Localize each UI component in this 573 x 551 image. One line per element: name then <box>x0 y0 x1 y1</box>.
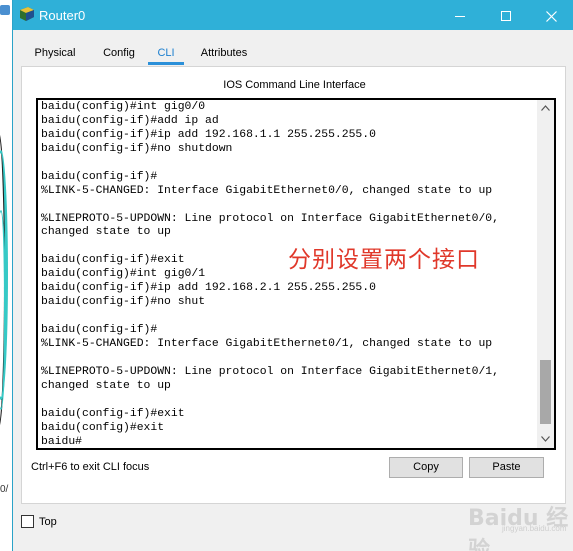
scroll-down-button[interactable] <box>537 431 554 448</box>
tab-physical[interactable]: Physical <box>31 40 79 66</box>
terminal-line: baidu(config)#exit <box>41 421 165 434</box>
terminal-line: baidu# <box>41 435 83 448</box>
minimize-button[interactable] <box>437 0 483 30</box>
watermark-url: jingyan.baidu.com <box>502 524 567 533</box>
terminal-line: baidu(config-if)#no shutdown <box>41 142 233 155</box>
top-checkbox[interactable] <box>21 515 34 528</box>
annotation-text: 分别设置两个接口 <box>288 247 480 273</box>
router-window: Router0 Physical Config CLI Attributes I… <box>12 0 573 551</box>
minimize-icon <box>455 15 465 17</box>
terminal-line: baidu(config-if)# <box>41 324 158 336</box>
title-bar[interactable]: Router0 <box>13 0 573 30</box>
scrollbar-thumb[interactable] <box>540 360 551 424</box>
terminal-line: baidu(config-if)# <box>41 170 158 183</box>
background-port-label: 0/ <box>0 484 9 495</box>
cli-terminal[interactable]: baidu(config)#int gig0/0 baidu(config-if)… <box>36 98 556 450</box>
terminal-line: baidu(config-if)#ip add 192.168.1.1 255.… <box>41 128 376 141</box>
terminal-output[interactable]: baidu(config)#int gig0/0 baidu(config-if)… <box>41 101 521 448</box>
maximize-icon <box>501 11 511 22</box>
terminal-line: %LINK-5-CHANGED: Interface GigabitEthern… <box>41 337 493 350</box>
scroll-up-button[interactable] <box>537 100 554 117</box>
cli-focus-hint: Ctrl+F6 to exit CLI focus <box>31 461 150 473</box>
terminal-line: baidu(config-if)#exit <box>41 407 185 420</box>
tab-attributes[interactable]: Attributes <box>188 40 260 66</box>
background-topology: 0/ <box>0 0 12 551</box>
tab-config[interactable]: Config <box>99 40 139 66</box>
tab-cli[interactable]: CLI <box>148 40 184 66</box>
terminal-line: %LINK-5-CHANGED: Interface GigabitEthern… <box>41 184 493 197</box>
panel-heading: IOS Command Line Interface <box>223 79 366 91</box>
paste-button[interactable]: Paste <box>469 457 544 478</box>
top-label: Top <box>39 516 57 528</box>
close-button[interactable] <box>528 0 573 30</box>
close-icon <box>545 10 557 22</box>
terminal-line: baidu(config)#int gig0/0 <box>41 101 206 113</box>
copy-button[interactable]: Copy <box>389 457 463 478</box>
terminal-line: baidu(config-if)#add ip ad <box>41 114 219 127</box>
tab-bar: Physical Config CLI Attributes <box>21 40 566 66</box>
terminal-line: baidu(config-if)#no shut <box>41 296 206 309</box>
chevron-down-icon <box>541 436 550 442</box>
maximize-button[interactable] <box>483 0 529 30</box>
terminal-line: changed state to up <box>41 379 171 392</box>
window-title: Router0 <box>39 8 86 23</box>
terminal-line: baidu(config-if)#ip add 192.168.2.1 255.… <box>41 282 376 295</box>
background-device-icon <box>0 5 10 15</box>
terminal-line: %LINEPROTO-5-UPDOWN: Line protocol on In… <box>41 365 499 378</box>
terminal-line: changed state to up <box>41 226 171 239</box>
packet-tracer-router-icon <box>20 7 34 21</box>
chevron-up-icon <box>541 105 550 111</box>
terminal-line: %LINEPROTO-5-UPDOWN: Line protocol on In… <box>41 212 499 225</box>
terminal-scrollbar[interactable] <box>537 100 554 448</box>
baidu-watermark: Baidu 经验 jingyan.baidu.com <box>468 494 573 551</box>
